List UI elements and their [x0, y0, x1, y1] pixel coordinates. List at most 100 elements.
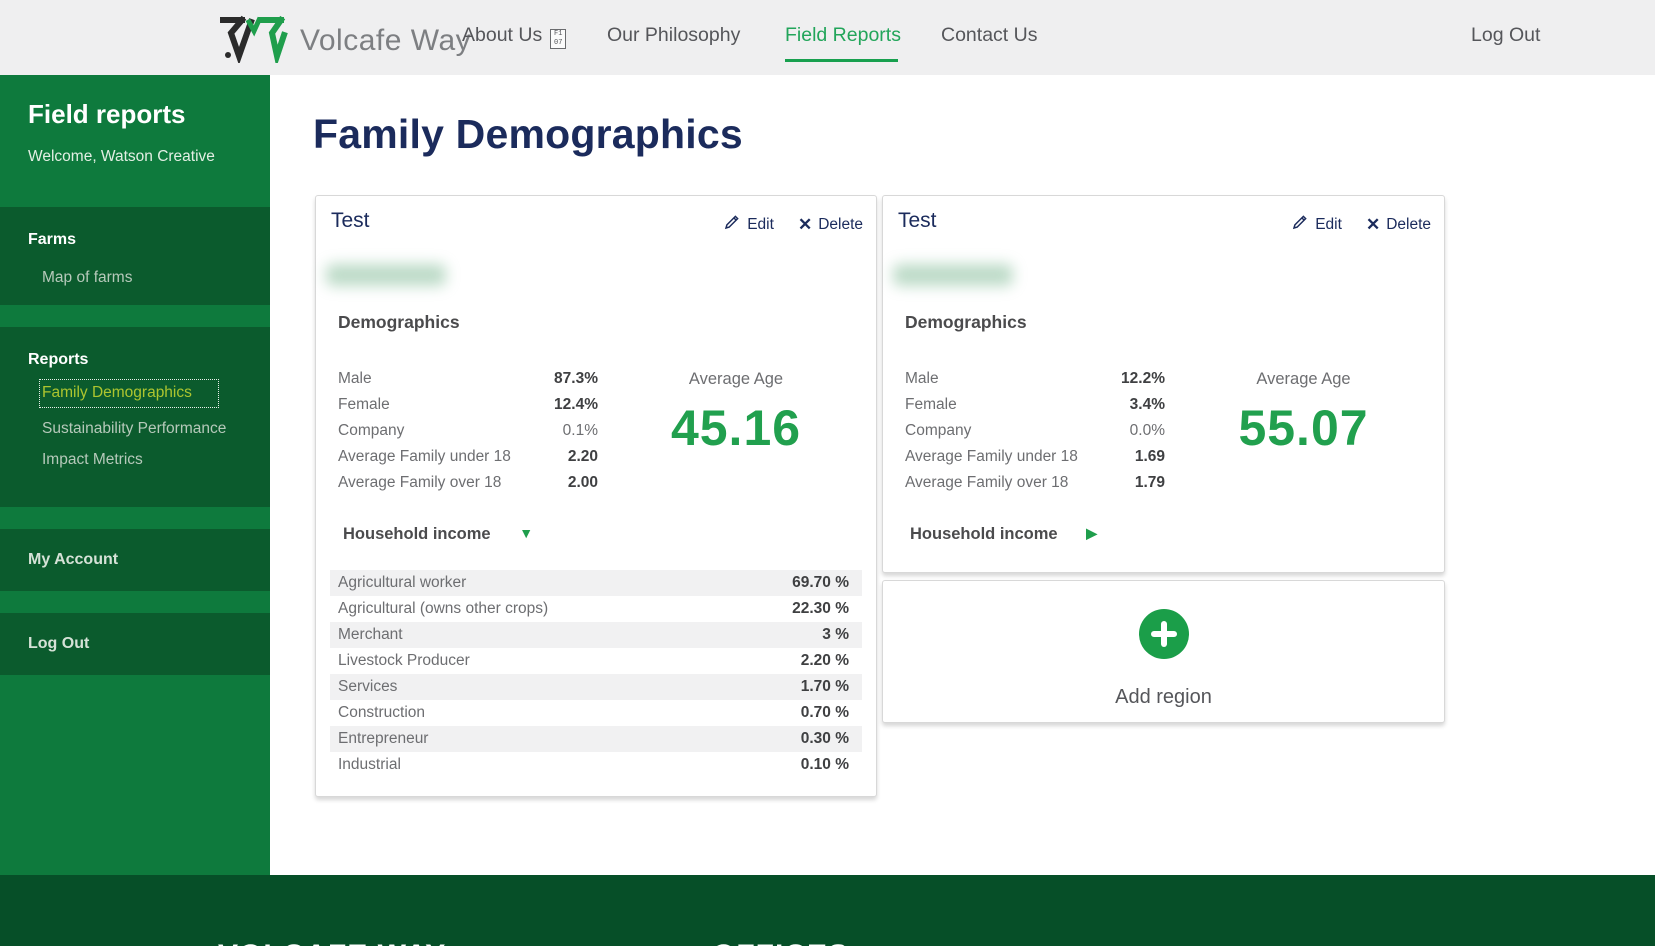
nav-item-our-philosophy[interactable]: Our Philosophy	[607, 24, 740, 47]
page-footer: VOLCAFE WAY OFFICES	[0, 875, 1655, 946]
sidebar-item-sustainability-performance[interactable]: Sustainability Performance	[28, 420, 242, 438]
income-label: Construction	[338, 704, 425, 722]
page-title: Family Demographics	[313, 111, 743, 158]
sidebar-welcome-text: Welcome, Watson Creative	[28, 148, 242, 166]
income-label: Merchant	[338, 626, 403, 644]
nav-logout-link[interactable]: Log Out	[1471, 24, 1540, 47]
nav-item-field-reports[interactable]: Field Reports	[785, 24, 901, 47]
edit-label: Edit	[1315, 216, 1342, 234]
sidebar-title: Field reports	[28, 99, 242, 130]
stat-value: 0.1%	[563, 422, 598, 440]
sidebar-item-my-account[interactable]: My Account	[0, 529, 270, 591]
average-age-label: Average Age	[1165, 370, 1442, 389]
edit-button[interactable]: Edit	[1291, 213, 1342, 236]
nav-item-about-us[interactable]: About UsF107	[462, 24, 566, 49]
volcafe-logo-icon	[218, 13, 290, 68]
household-income-label: Household income	[910, 525, 1058, 543]
income-row: Agricultural (owns other crops) 22.30 %	[330, 596, 862, 622]
demographics-heading: Demographics	[338, 312, 460, 333]
stat-label: Average Family over 18	[905, 474, 1068, 492]
stat-row: Company 0.1%	[338, 418, 598, 444]
income-label: Agricultural (owns other crops)	[338, 600, 548, 618]
region-card-1: Test Edit ✕ Delete Demographics	[315, 195, 877, 797]
demographics-heading: Demographics	[905, 312, 1027, 333]
delete-label: Delete	[818, 216, 863, 234]
household-income-table: Agricultural worker 69.70 % Agricultural…	[330, 570, 862, 778]
delete-button[interactable]: ✕ Delete	[1366, 213, 1431, 236]
stat-value: 12.4%	[554, 396, 598, 414]
card-actions: Edit ✕ Delete	[1291, 213, 1431, 236]
income-value: 0.70 %	[801, 704, 849, 722]
footer-brand-heading: VOLCAFE WAY	[218, 939, 446, 946]
stat-value: 87.3%	[554, 370, 598, 388]
region-card-title: Test	[331, 209, 370, 233]
income-row: Entrepreneur 0.30 %	[330, 726, 862, 752]
region-card-2: Test Edit ✕ Delete Demographics	[882, 195, 1445, 573]
income-row: Livestock Producer 2.20 %	[330, 648, 862, 674]
sidebar-item-family-demographics[interactable]: Family Demographics	[40, 380, 218, 407]
brand-name: Volcafe Way	[300, 24, 471, 58]
add-region-card[interactable]: Add region	[882, 580, 1445, 723]
main-content: Family Demographics Test Edit ✕ Delete	[270, 75, 1655, 875]
edit-button[interactable]: Edit	[723, 213, 774, 236]
stat-label: Company	[338, 422, 404, 440]
income-label: Entrepreneur	[338, 730, 428, 748]
triangle-down-icon: ▼	[519, 525, 533, 541]
stat-row: Female 3.4%	[905, 392, 1165, 418]
stat-row: Average Family under 18 1.69	[905, 444, 1165, 470]
delete-button[interactable]: ✕ Delete	[798, 213, 863, 236]
demographics-stats: Male 87.3% Female 12.4% Company 0.1% Ave…	[338, 366, 598, 496]
stat-label: Male	[338, 370, 372, 388]
stat-value: 2.20	[568, 448, 598, 466]
brand[interactable]: Volcafe Way	[218, 13, 471, 68]
sidebar-reports-label: Reports	[28, 351, 242, 369]
income-value: 0.10 %	[801, 756, 849, 774]
triangle-right-icon: ▶	[1086, 525, 1097, 542]
region-name-redacted	[893, 264, 1013, 286]
stat-value: 12.2%	[1121, 370, 1165, 388]
app-root: Volcafe Way About UsF107 Our Philosophy …	[0, 0, 1655, 946]
average-age-block: Average Age 45.16	[598, 370, 874, 457]
income-value: 1.70 %	[801, 678, 849, 696]
sidebar-item-map-of-farms[interactable]: Map of farms	[28, 269, 242, 287]
average-age-block: Average Age 55.07	[1165, 370, 1442, 457]
footer-offices-heading: OFFICES	[712, 939, 849, 946]
income-row: Industrial 0.10 %	[330, 752, 862, 778]
stat-value: 1.79	[1135, 474, 1165, 492]
x-icon: ✕	[798, 216, 812, 233]
stat-value: 1.69	[1135, 448, 1165, 466]
add-region-label: Add region	[883, 686, 1444, 709]
plus-circle-icon	[1139, 609, 1189, 659]
household-income-toggle[interactable]: Household income ▶	[910, 525, 1097, 544]
sidebar-log-out-label: Log Out	[28, 635, 89, 653]
stat-row: Male 87.3%	[338, 366, 598, 392]
stat-label: Average Family over 18	[338, 474, 501, 492]
card-actions: Edit ✕ Delete	[723, 213, 863, 236]
stat-value: 0.0%	[1130, 422, 1165, 440]
stat-label: Average Family under 18	[338, 448, 511, 466]
sidebar-divider	[0, 305, 270, 327]
nav-item-contact-us[interactable]: Contact Us	[941, 24, 1037, 47]
income-row: Agricultural worker 69.70 %	[330, 570, 862, 596]
sidebar-divider	[0, 507, 270, 529]
stat-label: Average Family under 18	[905, 448, 1078, 466]
stat-row: Company 0.0%	[905, 418, 1165, 444]
household-income-toggle[interactable]: Household income ▼	[343, 525, 533, 544]
sidebar-item-impact-metrics[interactable]: Impact Metrics	[28, 451, 242, 469]
income-value: 22.30 %	[792, 600, 849, 618]
income-row: Construction 0.70 %	[330, 700, 862, 726]
sidebar-section-farms: Farms Map of farms	[0, 207, 270, 305]
stat-value: 3.4%	[1130, 396, 1165, 414]
x-icon: ✕	[1366, 216, 1380, 233]
stat-value: 2.00	[568, 474, 598, 492]
sidebar-item-log-out[interactable]: Log Out	[0, 613, 270, 675]
income-value: 3 %	[822, 626, 849, 644]
stat-row: Average Family over 18 2.00	[338, 470, 598, 496]
stat-row: Average Family under 18 2.20	[338, 444, 598, 470]
active-nav-underline	[785, 59, 898, 62]
sidebar-divider	[0, 591, 270, 613]
region-card-title: Test	[898, 209, 937, 233]
region-name-redacted	[326, 264, 446, 286]
stat-label: Company	[905, 422, 971, 440]
stat-label: Male	[905, 370, 939, 388]
